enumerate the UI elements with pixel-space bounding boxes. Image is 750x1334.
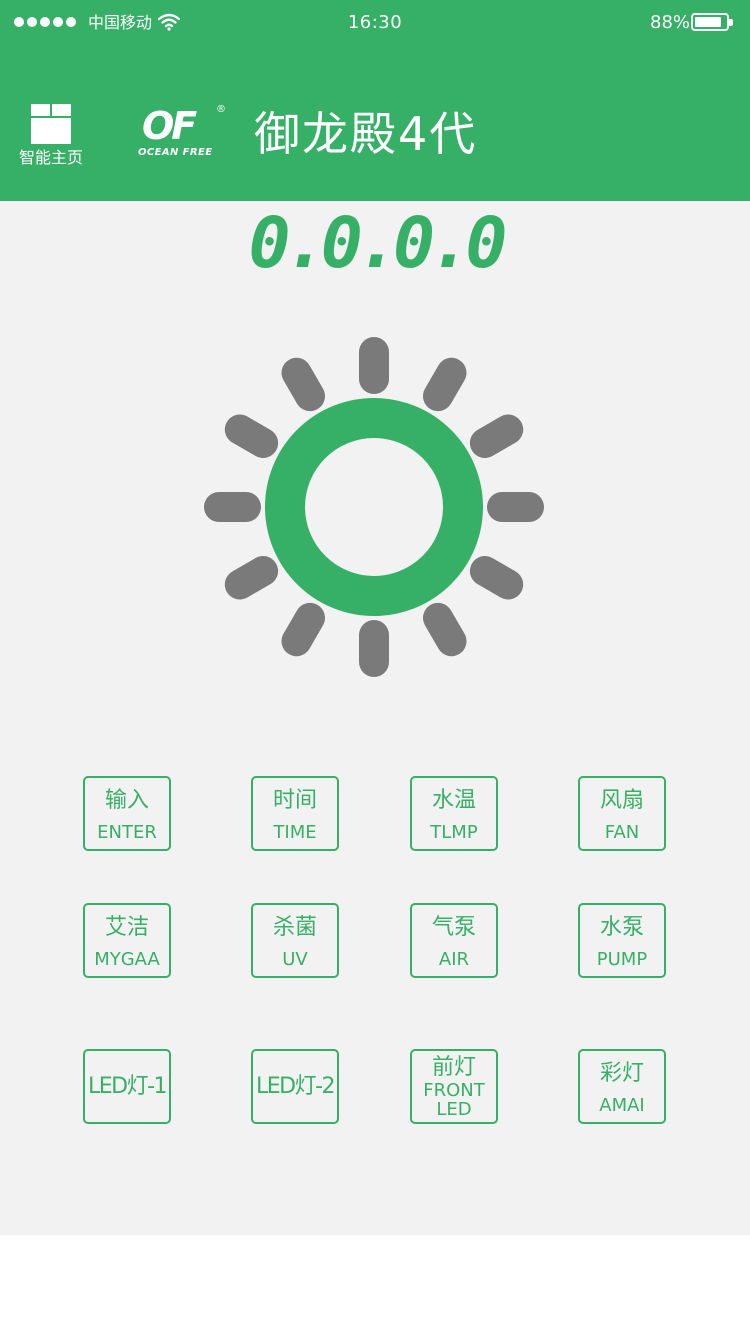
uv-button-label-en: UV xyxy=(282,949,308,970)
light-ray-5 xyxy=(469,556,524,600)
led-1-button-label: LED灯-1 xyxy=(87,1074,168,1099)
water-pump-button-label-cn: 水泵 xyxy=(599,915,644,940)
fan-button-label-en: FAN xyxy=(604,822,640,843)
light-ring xyxy=(265,398,483,616)
front-led-button[interactable]: 前灯 FRONT LED xyxy=(410,1049,498,1124)
time-button-label-cn: 时间 xyxy=(272,788,317,813)
logo-mark: OF xyxy=(142,104,197,148)
led-1-button[interactable]: LED灯-1 xyxy=(83,1049,171,1124)
battery-fill xyxy=(695,17,721,27)
battery-percent: 88% xyxy=(650,12,691,33)
water-temp-button[interactable]: 水温 TLMP xyxy=(410,776,498,851)
led-2-button[interactable]: LED灯-2 xyxy=(251,1049,339,1124)
water-pump-button-label-en: PUMP xyxy=(596,949,648,970)
front-led-button-label-cn: 前灯 xyxy=(431,1055,476,1080)
fan-button[interactable]: 风扇 FAN xyxy=(578,776,666,851)
battery-icon xyxy=(691,13,733,31)
brand-logo: OF ® OCEAN FREE xyxy=(136,104,228,164)
light-ray-12 xyxy=(281,357,325,412)
air-pump-button[interactable]: 气泵 AIR xyxy=(410,903,498,978)
time-button[interactable]: 时间 TIME xyxy=(251,776,339,851)
enter-button-label-en: ENTER xyxy=(97,822,157,843)
water-temp-button-label-en: TLMP xyxy=(430,822,478,843)
mygaa-button[interactable]: 艾洁 MYGAA xyxy=(83,903,171,978)
home-button[interactable]: 智能主页 xyxy=(10,100,92,174)
logo-registered-mark: ® xyxy=(216,104,226,115)
mygaa-button-label-cn: 艾洁 xyxy=(104,915,149,940)
front-led-button-label-en-2: LED xyxy=(436,1099,472,1120)
fan-button-label-cn: 风扇 xyxy=(599,788,644,813)
uv-button[interactable]: 杀菌 UV xyxy=(251,903,339,978)
water-temp-button-label-cn: 水温 xyxy=(431,788,476,813)
air-pump-button-label-cn: 气泵 xyxy=(431,915,476,940)
light-ray-8 xyxy=(281,602,325,657)
amai-button-label-en: AMAI xyxy=(599,1095,645,1116)
water-pump-button[interactable]: 水泵 PUMP xyxy=(578,903,666,978)
digital-display: 0.0.0.0 xyxy=(248,202,507,284)
light-indicator xyxy=(204,337,544,677)
uv-button-label-cn: 杀菌 xyxy=(272,915,317,940)
home-grid-icon xyxy=(31,104,71,144)
page-title: 御龙殿4代 xyxy=(254,107,478,161)
control-panel: 0.0.0.0 输入 ENTER 时间 TIME 水温 TLMP 风扇 FAN … xyxy=(0,201,750,1235)
logo-subtext: OCEAN FREE xyxy=(138,147,213,158)
light-ray-6 xyxy=(423,602,467,657)
home-label: 智能主页 xyxy=(18,148,83,167)
light-ray-11 xyxy=(224,414,279,458)
front-led-button-label-en-1: FRONT xyxy=(423,1080,485,1101)
light-ray-3 xyxy=(469,414,524,458)
enter-button[interactable]: 输入 ENTER xyxy=(83,776,171,851)
amai-button-label-cn: 彩灯 xyxy=(599,1061,644,1086)
status-time: 16:30 xyxy=(347,12,403,33)
air-pump-button-label-en: AIR xyxy=(438,949,470,970)
enter-button-label-cn: 输入 xyxy=(104,788,149,813)
led-2-button-label: LED灯-2 xyxy=(255,1074,336,1099)
light-ray-9 xyxy=(224,556,279,600)
status-bar: 中国移动 16:30 88% xyxy=(0,0,750,46)
app-header: 中国移动 16:30 88% 智能主页 OF ® OCEAN FREE 御龙殿4… xyxy=(0,0,750,201)
mygaa-button-label-en: MYGAA xyxy=(94,949,160,970)
time-button-label-en: TIME xyxy=(273,822,317,843)
amai-button[interactable]: 彩灯 AMAI xyxy=(578,1049,666,1124)
light-ray-2 xyxy=(423,357,467,412)
